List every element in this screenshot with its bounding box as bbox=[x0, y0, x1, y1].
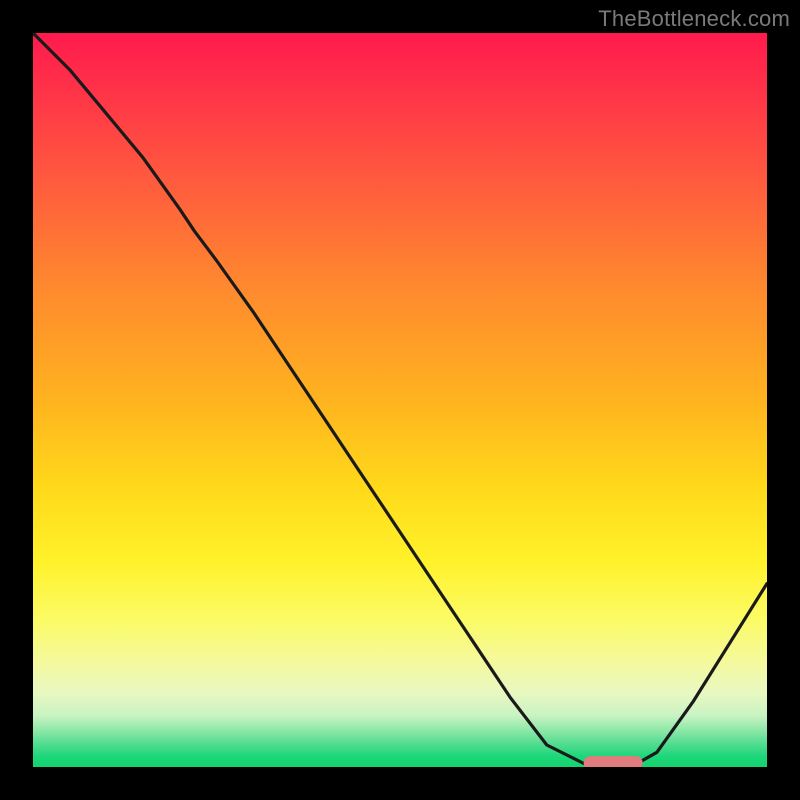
optimal-range-marker bbox=[584, 756, 643, 767]
chart-frame: TheBottleneck.com bbox=[0, 0, 800, 800]
watermark-text: TheBottleneck.com bbox=[598, 6, 790, 32]
bottleneck-curve bbox=[33, 33, 767, 767]
plot-area bbox=[33, 33, 767, 767]
